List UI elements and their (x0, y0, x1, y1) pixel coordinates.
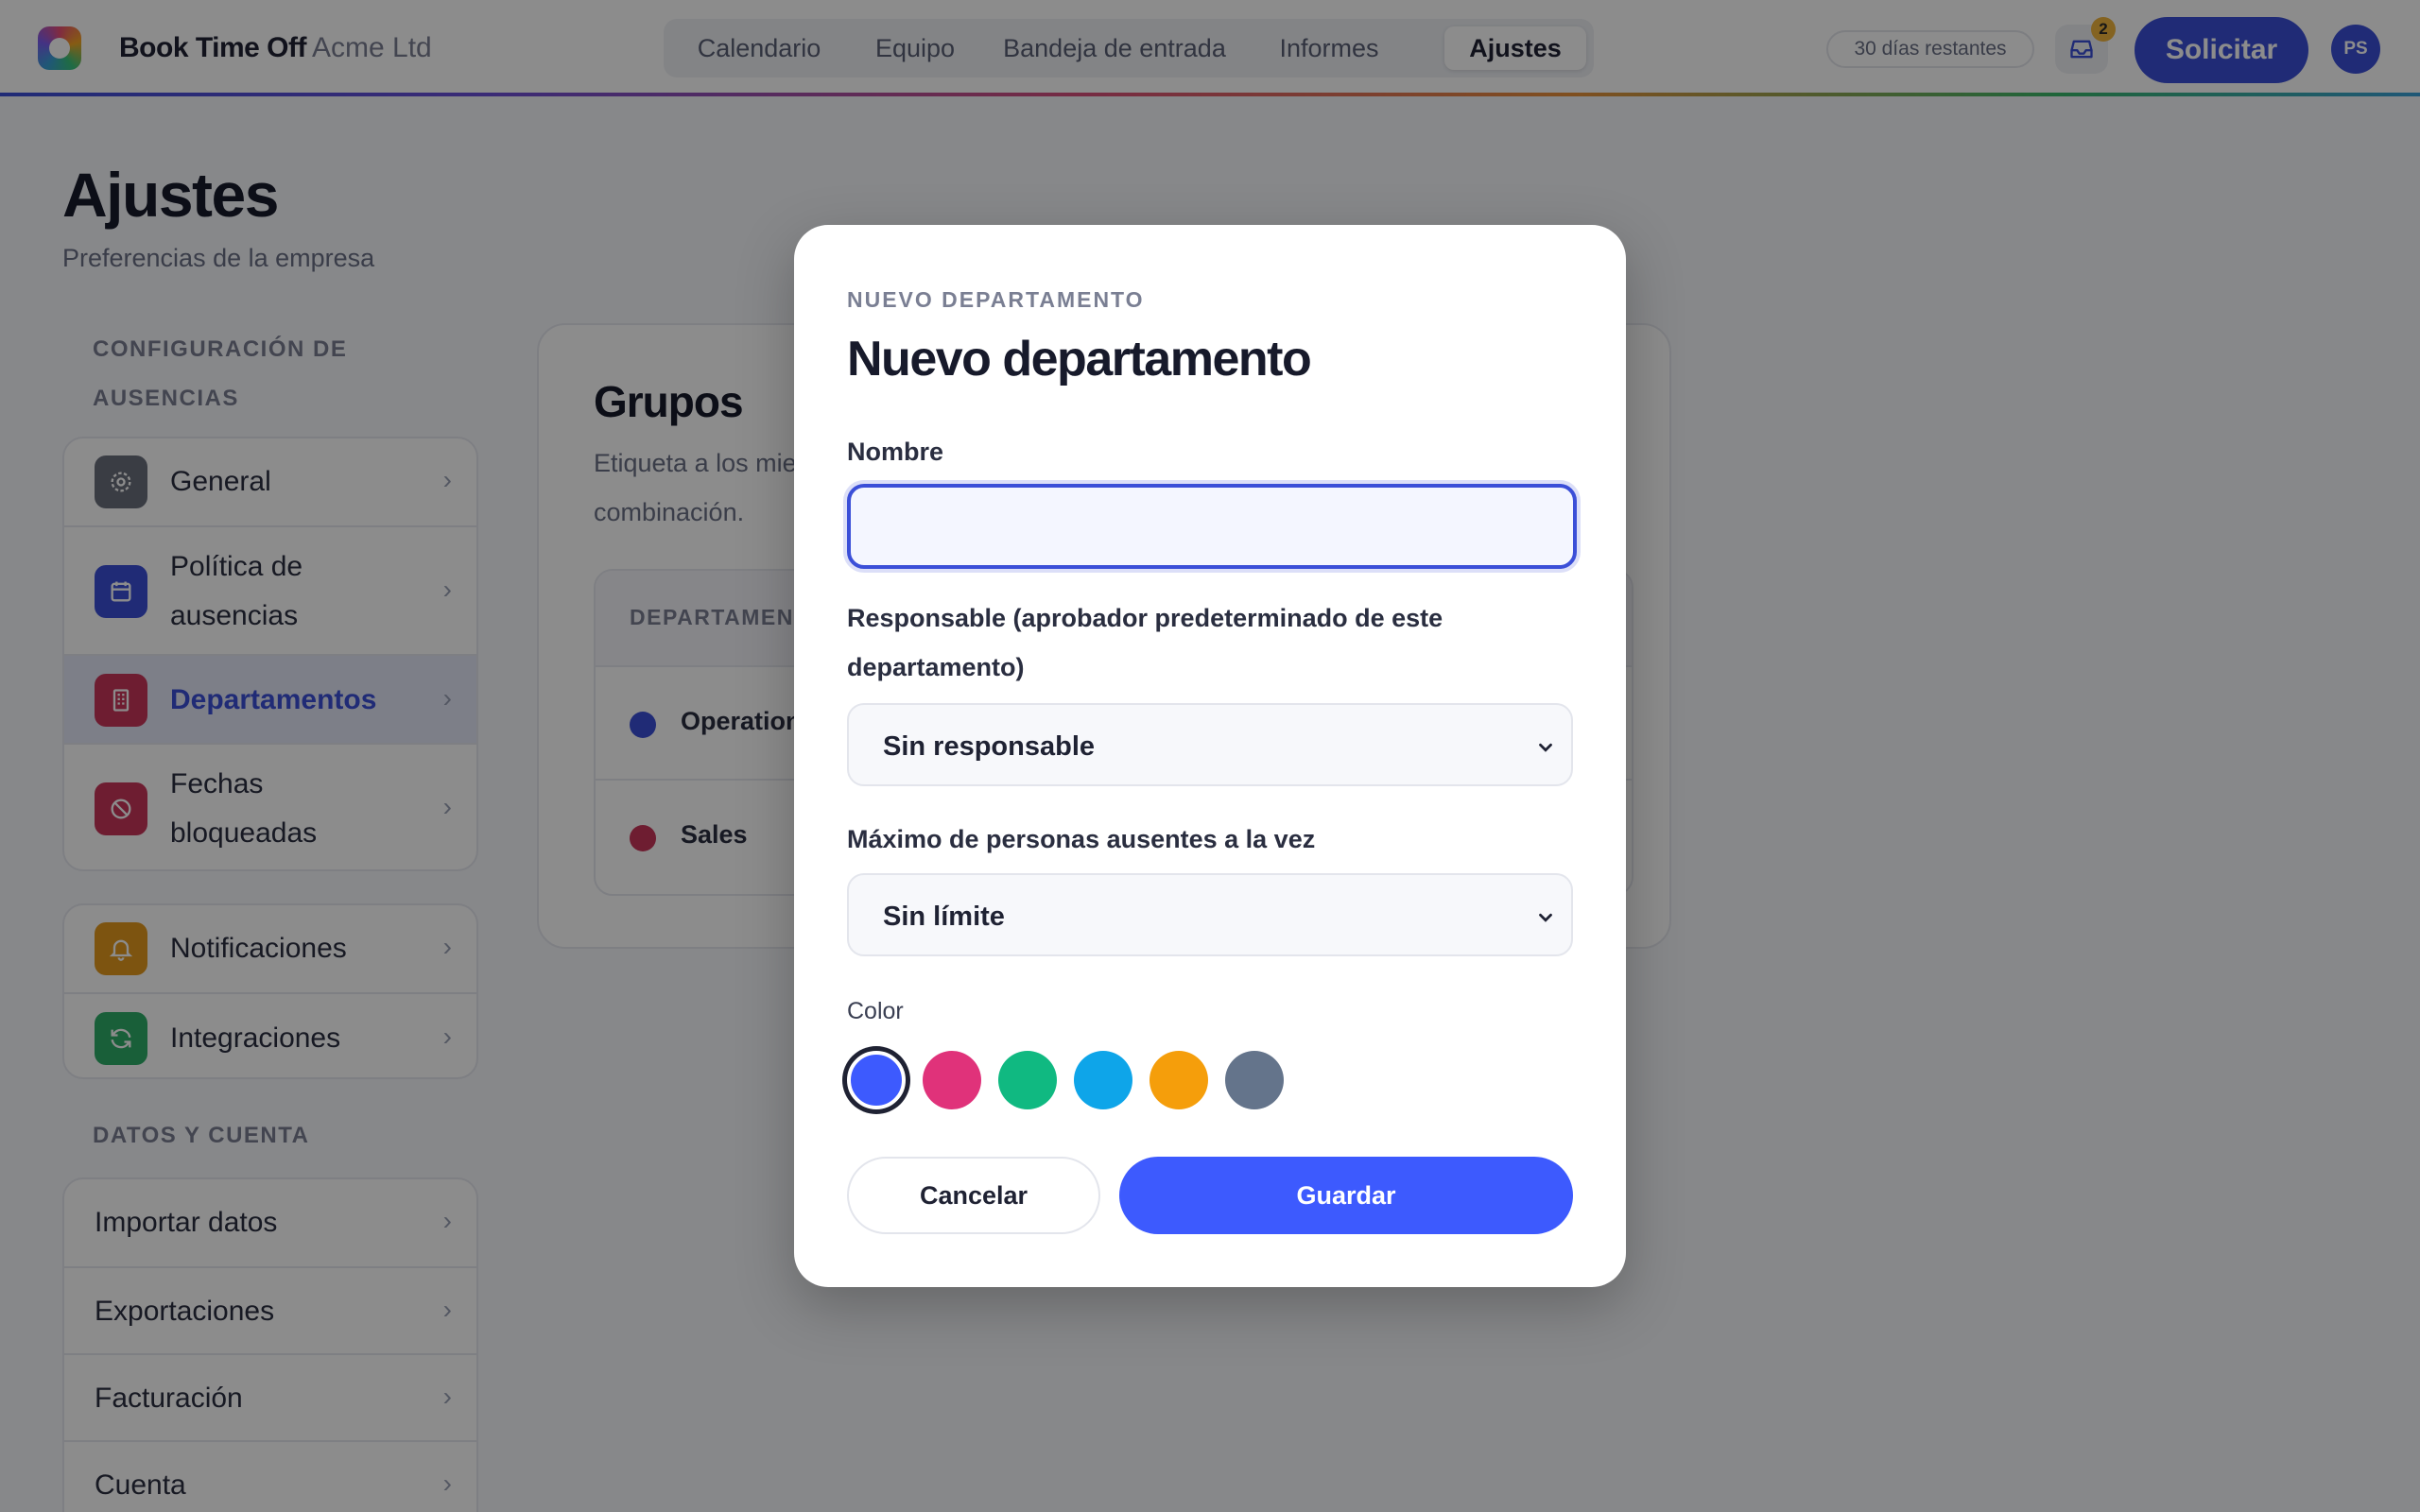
dialog-eyebrow: NUEVO DEPARTAMENTO (847, 287, 1145, 312)
name-field-label: Nombre (847, 438, 944, 466)
manager-field-label: Responsable (aprobador predeterminado de… (847, 604, 1443, 681)
dialog-title: Nuevo departamento (847, 332, 1312, 387)
manager-select[interactable]: Sin responsable (847, 703, 1573, 786)
max-absent-select-value: Sin límite (883, 902, 1005, 932)
chevron-down-icon (1539, 913, 1552, 922)
max-absent-field-label: Máximo de personas ausentes a la vez (847, 825, 1316, 853)
color-field-label: Color (847, 998, 904, 1024)
color-swatch-sky[interactable] (1074, 1051, 1132, 1109)
chevron-down-icon (1539, 743, 1552, 752)
color-swatch-blue[interactable] (847, 1051, 906, 1109)
color-swatch-pink[interactable] (923, 1051, 981, 1109)
color-swatch-amber[interactable] (1150, 1051, 1208, 1109)
color-swatch-green[interactable] (998, 1051, 1057, 1109)
save-button[interactable]: Guardar (1119, 1157, 1573, 1234)
new-department-dialog: NUEVO DEPARTAMENTO Nuevo departamento No… (794, 225, 1626, 1287)
name-input[interactable] (847, 484, 1577, 569)
max-absent-select[interactable]: Sin límite (847, 873, 1573, 956)
cancel-button[interactable]: Cancelar (847, 1157, 1100, 1234)
color-swatch-slate[interactable] (1225, 1051, 1284, 1109)
manager-select-value: Sin responsable (883, 731, 1096, 762)
